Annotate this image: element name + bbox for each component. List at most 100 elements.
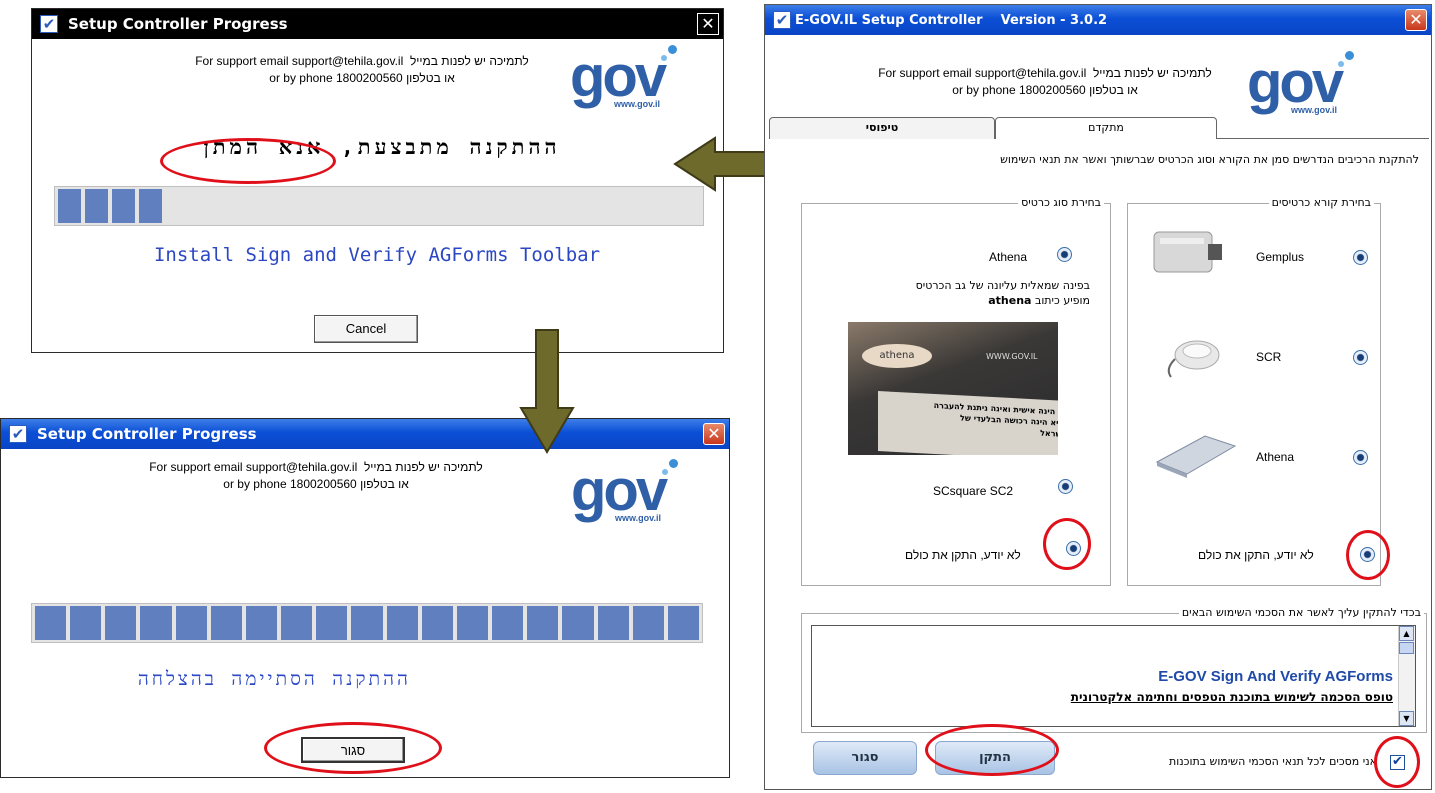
card-option-label: לא יודע, התקן את כולם bbox=[905, 548, 1021, 562]
logo-dot bbox=[668, 45, 677, 54]
window-title: Setup Controller Progress bbox=[68, 15, 288, 33]
group-legend: בחירת סוג כרטיס bbox=[1018, 196, 1104, 209]
window-title-name: E-GOV.IL Setup Controller bbox=[795, 13, 983, 28]
support-en-line1: For support email support@tehila.gov.il bbox=[878, 66, 1087, 80]
support-en-line2: or by phone 1800200560 bbox=[269, 71, 403, 85]
close-button[interactable]: ✕ bbox=[697, 13, 719, 35]
close-button[interactable]: ✕ bbox=[703, 423, 725, 445]
card-radio-athena[interactable] bbox=[1057, 247, 1072, 262]
close-button[interactable]: ✕ bbox=[1405, 9, 1427, 31]
support-en-line1: For support email support@tehila.gov.il bbox=[195, 54, 404, 68]
gov-logo-url: www.gov.il bbox=[1291, 105, 1338, 115]
progress-segment bbox=[597, 606, 629, 640]
title-bar: ✔ E-GOV.IL Setup Controller Version - 3.… bbox=[765, 5, 1431, 35]
scroll-up-icon[interactable]: ▲ bbox=[1399, 626, 1414, 641]
progress-bar bbox=[31, 603, 703, 643]
terms-textbox[interactable]: E-GOV Sign And Verify AGForms טופס הסכמה… bbox=[811, 625, 1416, 727]
agree-label: אני מסכים לכל תנאי הסכמי השימוש בתוכנות bbox=[1169, 755, 1377, 768]
progress-segment bbox=[58, 189, 81, 223]
reader-radio-athena[interactable] bbox=[1353, 450, 1368, 465]
install-complete-text: ההתקנה הסתיימה בהצלחה bbox=[137, 668, 411, 690]
support-he-line2: או בטלפון bbox=[406, 71, 455, 85]
scr-reader-image bbox=[1167, 340, 1220, 378]
logo-dot bbox=[1345, 51, 1354, 60]
progress-segment bbox=[85, 189, 108, 223]
title-bar: ✔ Setup Controller Progress ✕ bbox=[1, 419, 729, 449]
group-legend: בכדי להתקין עליך לאשר את הסכמי השימוש הב… bbox=[1178, 606, 1424, 619]
logo-dot bbox=[661, 55, 667, 61]
support-he-line2: או בטלפון bbox=[1089, 83, 1138, 97]
progress-segment bbox=[316, 606, 348, 640]
progress-segment bbox=[140, 606, 172, 640]
support-info: For support email support@tehila.gov.il … bbox=[845, 65, 1245, 99]
support-en-line1: For support email support@tehila.gov.il bbox=[149, 460, 358, 474]
cancel-button[interactable]: Cancel bbox=[314, 315, 418, 343]
progress-segment bbox=[281, 606, 313, 640]
terms-scrollbar[interactable]: ▲ ▼ bbox=[1398, 626, 1415, 726]
card-option-label: Athena bbox=[989, 250, 1028, 264]
support-he-line1: לתמיכה יש לפנות במייל bbox=[1092, 66, 1212, 80]
progress-segment bbox=[70, 606, 102, 640]
highlight-ellipse bbox=[160, 138, 336, 184]
logo-dot bbox=[662, 469, 668, 475]
reader-option-label: לא יודע, התקן את כולם bbox=[1198, 548, 1314, 562]
progress-segment bbox=[245, 606, 278, 640]
gov-logo-url: www.gov.il bbox=[614, 99, 661, 109]
window-title: E-GOV.IL Setup Controller Version - 3.0.… bbox=[795, 13, 1107, 28]
support-he-line2: או בטלפון bbox=[360, 477, 409, 491]
progress-segment bbox=[105, 606, 137, 640]
scroll-thumb[interactable] bbox=[1399, 642, 1414, 654]
logo-dot bbox=[669, 459, 678, 468]
progress-segment bbox=[386, 606, 418, 640]
window-title: Setup Controller Progress bbox=[37, 425, 257, 443]
highlight-ellipse bbox=[264, 722, 442, 774]
scroll-down-icon[interactable]: ▼ bbox=[1399, 711, 1414, 726]
gemplus-reader-image bbox=[1153, 231, 1222, 273]
card-hint-bold: athena bbox=[988, 294, 1032, 307]
terms-heading-he: טופס הסכמה לשימוש בתוכנת הטפסים וחתימה א… bbox=[1070, 690, 1393, 704]
reader-radio-gemplus[interactable] bbox=[1353, 250, 1368, 265]
support-he-line1: לתמיכה יש לפנות במייל bbox=[363, 460, 483, 474]
progress-segment bbox=[210, 606, 242, 640]
app-check-icon: ✔ bbox=[40, 15, 58, 33]
progress-window-1: ✔ Setup Controller Progress ✕ For suppor… bbox=[31, 8, 724, 353]
progress-segment bbox=[112, 189, 135, 223]
card-hint-line1: בפינה שמאלית עליונה של גב הכרטיס bbox=[915, 279, 1090, 292]
reader-radio-scr[interactable] bbox=[1353, 350, 1368, 365]
progress-bar bbox=[54, 186, 704, 226]
athena-reader-image bbox=[1155, 435, 1237, 478]
card-photo: athena WWW.GOV.IL זו הינה אישית ואינה ני… bbox=[848, 322, 1058, 455]
progress-segment bbox=[175, 606, 207, 640]
card-hint: בפינה שמאלית עליונה של גב הכרטיס מופיע כ… bbox=[820, 278, 1090, 308]
card-hint-line2: מופיע כיתוב bbox=[1034, 294, 1090, 307]
progress-segment bbox=[139, 189, 162, 223]
gov-logo: gov www.gov.il bbox=[570, 44, 680, 119]
tab-advanced[interactable]: מתקדם bbox=[995, 117, 1217, 139]
gov-logo: gov www.gov.il bbox=[1247, 50, 1357, 125]
reader-option-label: Gemplus bbox=[1256, 250, 1305, 264]
arrow-down-icon bbox=[519, 329, 575, 454]
card-radio-scsquare[interactable] bbox=[1058, 479, 1073, 494]
card-photo-panel: זו הינה אישית ואינה ניתנת להעברה היא הינ… bbox=[878, 391, 1058, 455]
highlight-ellipse bbox=[925, 724, 1059, 776]
instruction-text: להתקנת הרכיבים הנדרשים סמן את הקורא וסוג… bbox=[1000, 153, 1419, 166]
card-photo-label: athena bbox=[862, 344, 932, 368]
gov-logo: gov www.gov.il bbox=[571, 458, 681, 533]
reader-option-label: Athena bbox=[1256, 450, 1295, 464]
tab-typical[interactable]: טיפוסי bbox=[769, 117, 995, 139]
support-en-line2: or by phone 1800200560 bbox=[952, 83, 1086, 97]
close-button[interactable]: סגור bbox=[813, 741, 917, 775]
support-info: For support email support@tehila.gov.il … bbox=[152, 53, 572, 87]
support-info: For support email support@tehila.gov.il … bbox=[91, 459, 541, 493]
install-step-text: Install Sign and Verify AGForms Toolbar bbox=[153, 244, 601, 266]
progress-segment bbox=[632, 606, 664, 640]
highlight-ellipse bbox=[1374, 736, 1420, 788]
card-photo-url: WWW.GOV.IL bbox=[986, 352, 1038, 361]
progress-segment bbox=[35, 606, 67, 640]
app-check-icon: ✔ bbox=[773, 11, 791, 29]
card-reader-group: בחירת קורא כרטיסים Gemplus SCR Athena לא… bbox=[1127, 196, 1381, 586]
logo-dot bbox=[1338, 61, 1344, 67]
progress-segment bbox=[667, 606, 699, 640]
app-check-icon: ✔ bbox=[9, 425, 27, 443]
card-option-label: SCsquare SC2 bbox=[933, 484, 1014, 498]
